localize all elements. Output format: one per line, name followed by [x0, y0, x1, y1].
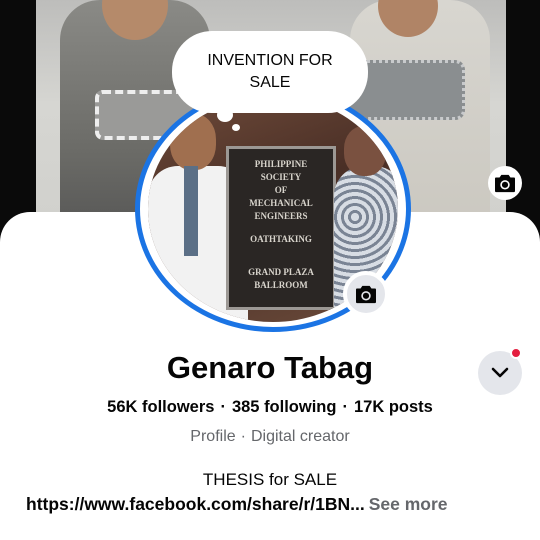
- profile-note-bubble[interactable]: INVENTION FOR SALE: [172, 31, 368, 113]
- category-separator: ·: [240, 428, 246, 445]
- bubble-tail-large: [217, 108, 233, 122]
- avatar-person-head: [170, 114, 216, 170]
- profile-note-text: INVENTION FOR SALE: [207, 52, 333, 91]
- camera-icon: [495, 174, 515, 193]
- profile-stats: 56K followers · 385 following · 17K posts: [0, 398, 540, 417]
- edit-profile-picture-button[interactable]: [343, 271, 389, 317]
- plaque-line: GRAND PLAZA: [248, 267, 314, 277]
- bio-text: THESIS for SALE: [202, 470, 338, 489]
- plaque-line: SOCIETY: [260, 172, 302, 182]
- following-count[interactable]: 385 following: [232, 398, 337, 416]
- notification-dot: [510, 347, 522, 359]
- bio-link-row: https://www.facebook.com/share/r/1BN... S…: [26, 494, 526, 515]
- profile-category-label: Digital creator: [250, 428, 350, 445]
- edit-cover-photo-button[interactable]: [488, 166, 522, 200]
- plaque-line: OF: [274, 185, 288, 195]
- profile-category: Profile · Digital creator: [0, 428, 540, 446]
- plaque-line: ENGINEERS: [254, 211, 308, 221]
- profile-type: Profile: [190, 428, 236, 445]
- posts-count: 17K posts: [353, 398, 433, 416]
- plaque-line: PHILIPPINE: [254, 159, 308, 169]
- plaque-line: BALLROOM: [254, 280, 308, 290]
- camera-icon: [356, 285, 376, 304]
- plaque-line: MECHANICAL: [249, 198, 313, 208]
- stats-separator: ·: [342, 398, 348, 416]
- chevron-down-icon: [491, 367, 509, 378]
- stats-separator: ·: [220, 398, 226, 416]
- bubble-tail-small: [232, 124, 240, 131]
- plaque-line: OATHTAKING: [250, 234, 312, 244]
- profile-name: Genaro Tabag: [166, 350, 374, 385]
- bio-link[interactable]: https://www.facebook.com/share/r/1BN...: [26, 494, 365, 514]
- avatar-person-tie: [184, 166, 198, 256]
- avatar-person-right-head: [344, 126, 386, 176]
- avatar-plaque: PHILIPPINE SOCIETY OF MECHANICAL ENGINEE…: [226, 146, 336, 310]
- see-more-link[interactable]: See more: [369, 494, 448, 514]
- followers-count[interactable]: 56K followers: [107, 398, 214, 416]
